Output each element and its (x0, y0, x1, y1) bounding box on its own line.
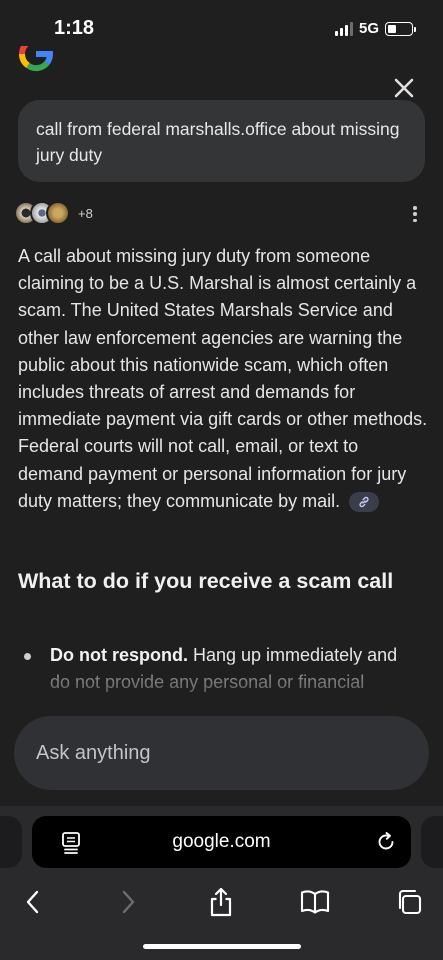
ask-anything-input[interactable] (36, 741, 407, 765)
google-g-logo (16, 46, 56, 80)
tabs-icon (398, 889, 422, 915)
tabs-button[interactable] (389, 882, 429, 922)
share-button[interactable] (201, 882, 241, 922)
status-indicators: 5G (334, 20, 416, 37)
answer-paragraph: A call about missing jury duty from some… (18, 246, 428, 511)
browser-toolbar: google.com (0, 806, 443, 960)
citation-link-chip[interactable] (349, 492, 380, 513)
section-heading: What to do if you receive a scam call (18, 569, 394, 593)
url-text: google.com (172, 831, 271, 852)
reader-mode-icon[interactable] (60, 831, 82, 860)
back-button[interactable] (13, 882, 53, 922)
close-icon (394, 78, 414, 98)
link-icon (359, 496, 369, 508)
sources-row[interactable]: +8 (14, 200, 93, 226)
bullet-dot (24, 653, 31, 660)
status-bar: 1:18 5G (0, 0, 443, 58)
share-icon (210, 887, 232, 917)
ai-answer: A call about missing jury duty from some… (18, 243, 428, 515)
more-vert-icon[interactable] (408, 204, 422, 224)
battery-icon (385, 21, 416, 36)
browser-nav-row (0, 882, 443, 922)
bullet-bold-text: Do not respond. (50, 645, 188, 665)
address-bar[interactable]: google.com (32, 816, 411, 868)
next-tab-peek[interactable] (421, 816, 443, 868)
bookmarks-icon (300, 890, 330, 914)
back-chevron-icon (26, 890, 39, 914)
forward-chevron-icon (122, 890, 135, 914)
reload-icon[interactable] (375, 831, 397, 858)
previous-tab-peek[interactable] (0, 816, 22, 868)
network-type-label: 5G (358, 20, 379, 37)
home-indicator (143, 944, 301, 949)
source-favicon-3 (46, 201, 70, 225)
content-fade-overlay (0, 664, 443, 714)
more-sources-count: +8 (78, 205, 93, 221)
query-text: call from federal marshalls.office about… (36, 119, 400, 165)
query-bubble: call from federal marshalls.office about… (18, 100, 425, 182)
bookmarks-button[interactable] (295, 882, 335, 922)
forward-button[interactable] (108, 882, 148, 922)
cellular-signal-icon (334, 21, 353, 36)
status-time: 1:18 (54, 17, 95, 39)
ask-anything-box[interactable] (14, 716, 429, 790)
close-button[interactable] (390, 74, 418, 102)
